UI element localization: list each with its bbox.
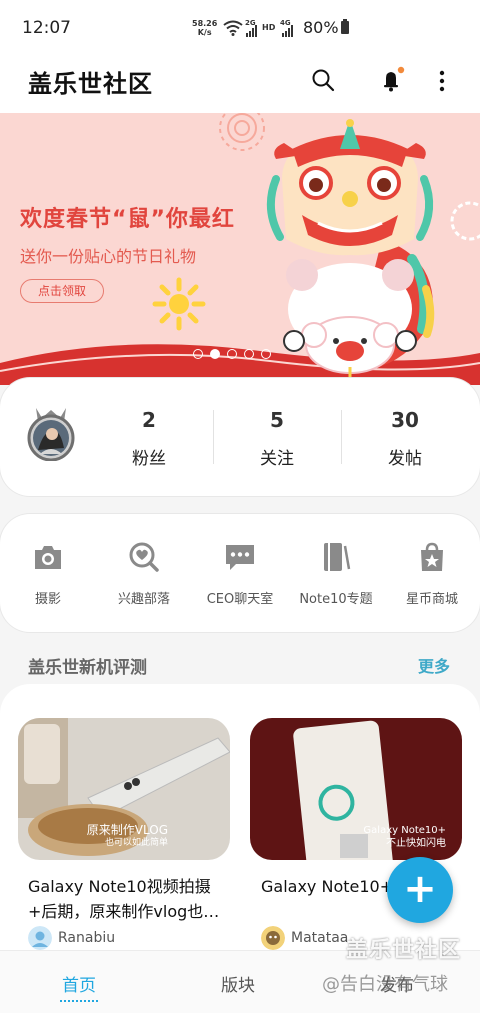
author-avatar <box>261 926 285 950</box>
divider <box>341 410 342 464</box>
posts-count: 30 <box>391 408 419 432</box>
status-time: 12:07 <box>22 18 71 38</box>
section-more-link[interactable]: 更多 <box>418 653 450 677</box>
battery-icon <box>341 19 349 34</box>
signal-icon <box>282 25 293 37</box>
nav-tab-boards[interactable]: 版块 <box>221 971 255 996</box>
status-bar: 12:07 58.26 K/s 2G HD 4G 80% <box>0 0 480 58</box>
app-title: 盖乐世社区 <box>28 70 153 98</box>
more-vertical-icon[interactable] <box>434 68 450 94</box>
hd-label: HD <box>262 23 276 32</box>
shortcuts-card: 摄影 兴趣部落 CEO聊天室 Note10专题 星币商城 <box>0 514 480 632</box>
phone-pen-icon <box>324 543 351 571</box>
watermark-author: @告白没有气球 <box>322 974 448 995</box>
shortcut-ceo-chatroom[interactable]: CEO聊天室 <box>192 542 288 607</box>
post-author[interactable]: Ranabiu <box>28 926 115 950</box>
shopping-bag-star-icon <box>421 542 443 571</box>
heart-search-icon <box>129 542 159 572</box>
shortcut-star-mall[interactable]: 星币商城 <box>384 542 480 607</box>
pager-dot <box>227 349 237 359</box>
post-author[interactable]: Matataa <box>261 926 348 950</box>
pager-dot <box>261 349 271 359</box>
followers-label: 粉丝 <box>132 449 166 469</box>
shortcut-photography[interactable]: 摄影 <box>0 542 96 607</box>
banner-pager <box>193 349 271 359</box>
promo-banner[interactable]: 欢度春节“鼠”你最红 送你一份贴心的节日礼物 点击领取 <box>0 113 480 385</box>
pager-dot <box>193 349 203 359</box>
post-image-caption: Galaxy Note10+ 不止快如闪电 <box>363 825 446 849</box>
post-image-caption: 原来制作VLOG 也可以如此简单 <box>86 823 168 849</box>
shortcut-interest-tribe[interactable]: 兴趣部落 <box>96 542 192 607</box>
banner-headline: 欢度春节“鼠”你最红 <box>20 207 235 232</box>
pager-dot-active <box>210 349 220 359</box>
nav-tab-home[interactable]: 首页 <box>60 971 98 1002</box>
post-card-image[interactable]: Galaxy Note10+ 不止快如闪电 <box>250 718 462 860</box>
banner-subtitle: 送你一份贴心的节日礼物 <box>20 247 197 266</box>
posts-label: 发帖 <box>388 449 422 469</box>
create-post-fab[interactable]: + <box>387 857 453 923</box>
signal-icon <box>246 25 257 37</box>
pager-dot <box>244 349 254 359</box>
author-name: Ranabiu <box>58 930 116 946</box>
stat-posts[interactable]: 30 发帖 <box>360 408 450 469</box>
watermark-community: 盖乐世社区 <box>346 938 462 963</box>
following-label: 关注 <box>260 449 294 469</box>
divider <box>213 410 214 464</box>
flower-decoration-icon <box>450 201 480 241</box>
following-count: 5 <box>270 408 284 432</box>
followers-count: 2 <box>142 408 156 432</box>
author-avatar <box>28 926 52 950</box>
profile-stats-card: 2 粉丝 5 关注 30 发帖 <box>0 378 480 496</box>
chat-bubble-icon <box>226 545 254 570</box>
camera-icon <box>35 546 61 569</box>
notification-dot <box>397 66 405 74</box>
lion-dance-illustration <box>266 119 435 385</box>
section-title: 盖乐世新机评测 <box>28 658 147 678</box>
bell-icon[interactable] <box>378 66 406 94</box>
avatar[interactable] <box>26 406 76 461</box>
stat-followers[interactable]: 2 粉丝 <box>104 408 194 469</box>
stat-following[interactable]: 5 关注 <box>232 408 322 469</box>
battery-percentage: 80% <box>303 18 339 37</box>
app-bar: 盖乐世社区 <box>0 58 480 113</box>
shortcut-note10-topic[interactable]: Note10专题 <box>288 542 384 607</box>
author-name: Matataa <box>291 930 349 946</box>
banner-cta-button[interactable]: 点击领取 <box>20 279 104 303</box>
wifi-icon <box>223 20 243 36</box>
post-card-image[interactable]: 原来制作VLOG 也可以如此简单 <box>18 718 230 860</box>
post-title[interactable]: Galaxy Note10视频拍摄+后期，原来制作vlog也… <box>28 874 238 924</box>
net-speed: 58.26 K/s <box>192 19 218 37</box>
search-icon[interactable] <box>311 68 335 92</box>
